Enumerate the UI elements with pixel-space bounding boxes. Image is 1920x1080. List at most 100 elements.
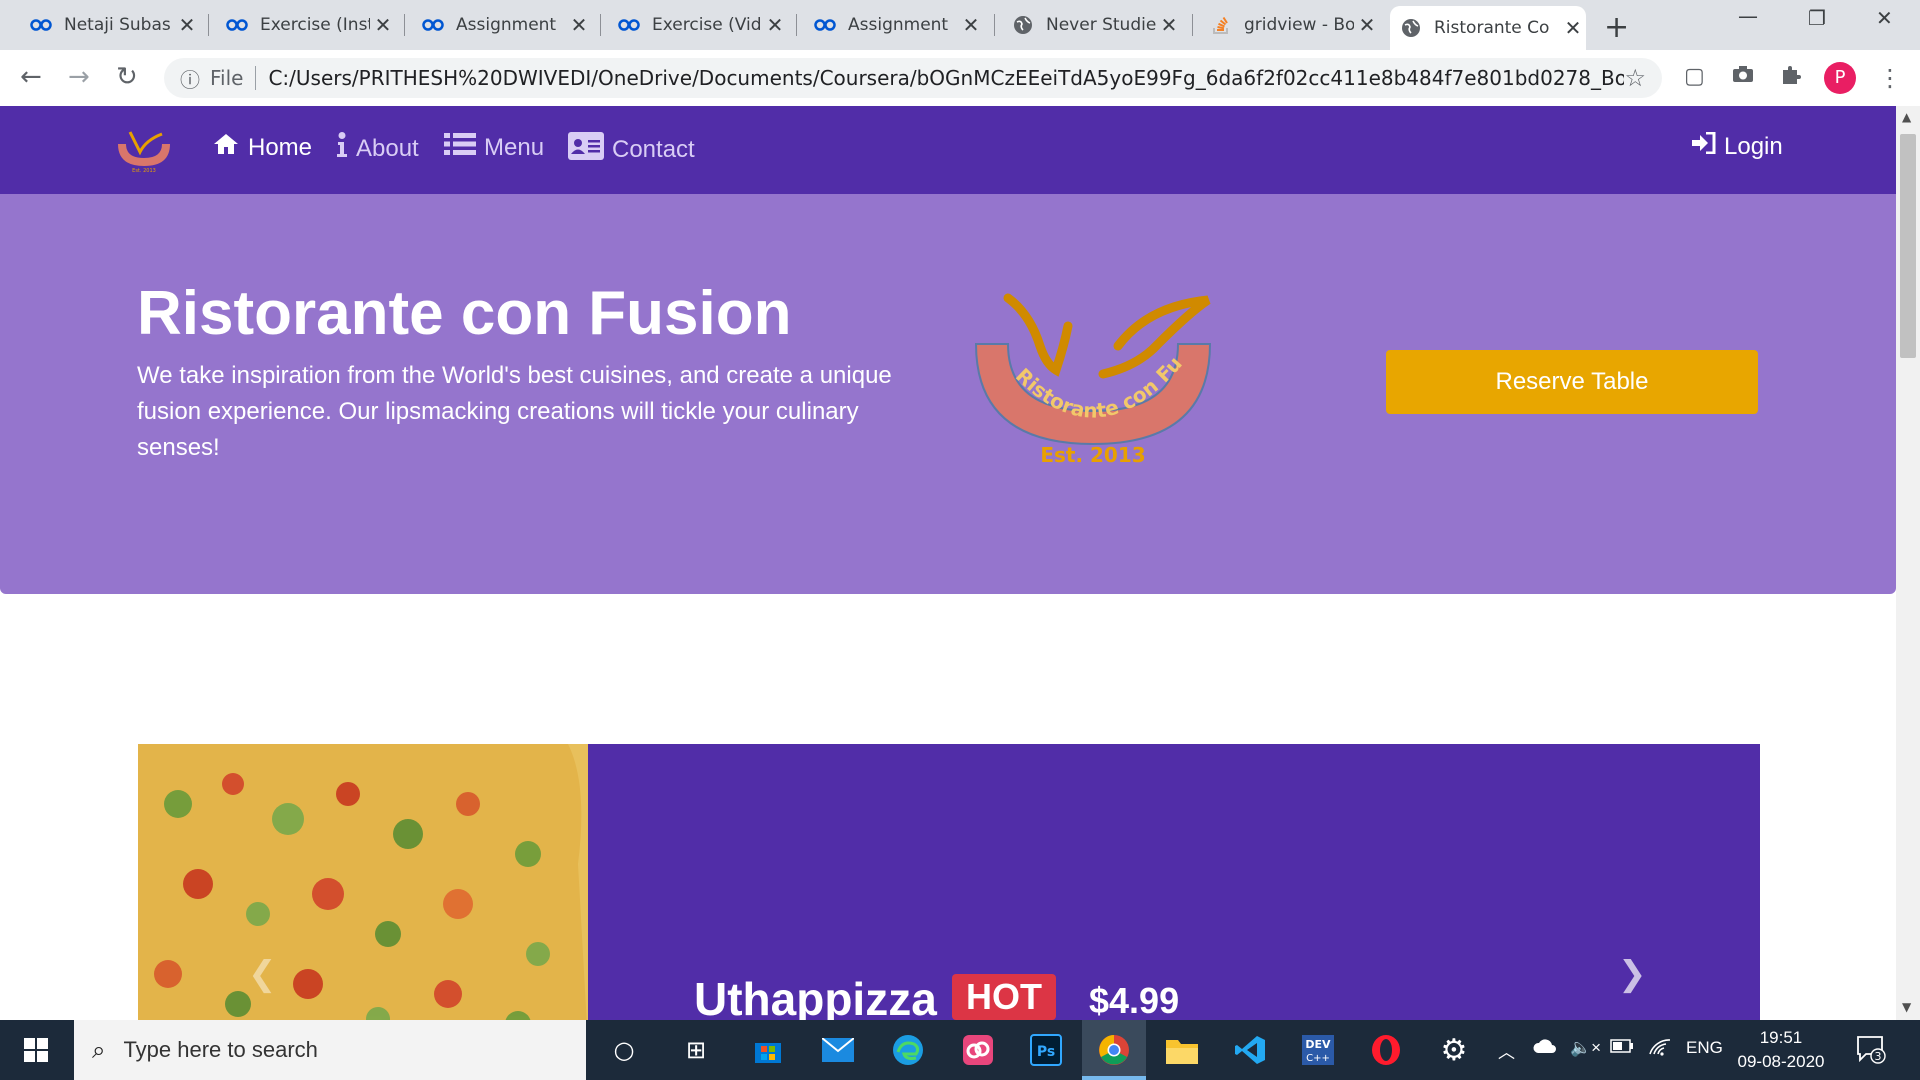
tab-title: Never Studie — [1046, 15, 1156, 35]
page-scrollbar[interactable]: ▲ ▼ — [1896, 106, 1920, 1020]
close-tab-icon[interactable]: ✕ — [1560, 16, 1586, 40]
dish-price: $4.99 — [1089, 980, 1180, 1020]
battery-icon[interactable] — [1610, 1038, 1634, 1058]
browser-tab-active[interactable]: Ristorante Co ✕ — [1390, 6, 1586, 50]
chrome-running-indicator — [1082, 1076, 1146, 1080]
nav-menu[interactable]: Menu — [444, 132, 544, 163]
coursera-icon — [422, 14, 444, 36]
reload-icon[interactable]: ↻ — [116, 62, 138, 92]
back-icon[interactable]: ← — [20, 62, 42, 92]
browser-tab-strip: Netaji Subas ✕ Exercise (Inst ✕ Assignme… — [0, 0, 1920, 50]
coursera-icon — [814, 14, 836, 36]
browser-tab[interactable]: Never Studie ✕ — [1002, 6, 1182, 44]
windows-logo-icon — [24, 1038, 48, 1062]
menu-kebab-icon[interactable]: ⋮ — [1878, 64, 1902, 92]
hero-text: We take inspiration from the World's bes… — [137, 362, 892, 461]
settings-gear-icon[interactable]: ⚙ — [1434, 1030, 1474, 1070]
address-bar[interactable]: ⓘ File C:/Users/PRITHESH%20DWIVEDI/OneDr… — [164, 58, 1662, 98]
volume-muted-icon[interactable]: 🔈× — [1570, 1038, 1601, 1058]
browser-tab[interactable]: Assignment ✕ — [804, 6, 984, 44]
svg-text:DEV: DEV — [1305, 1038, 1331, 1051]
logo-est-text: Est. 2013 — [1040, 443, 1145, 466]
extension-icon[interactable]: ▢ — [1684, 64, 1705, 89]
notification-count: 3 — [1875, 1050, 1882, 1063]
wifi-icon[interactable] — [1648, 1038, 1672, 1061]
nav-about-label: About — [356, 134, 419, 162]
restore-icon[interactable]: ❐ — [1808, 6, 1826, 30]
close-tab-icon[interactable]: ✕ — [958, 13, 984, 37]
taskbar-search[interactable]: ⌕ Type here to search — [74, 1020, 586, 1080]
brand-logo[interactable]: Est. 2013 — [112, 126, 176, 174]
tab-title: Assignment — [848, 15, 949, 35]
show-hidden-icons-chevron[interactable]: ︿ — [1498, 1038, 1515, 1063]
reserve-table-button[interactable]: Reserve Table — [1386, 350, 1758, 414]
system-clock[interactable]: 19:51 09-08-2020 — [1736, 1026, 1826, 1074]
onedrive-cloud-icon[interactable] — [1532, 1038, 1558, 1059]
edge-icon[interactable] — [888, 1030, 928, 1070]
nav-home[interactable]: Home — [212, 132, 312, 163]
scroll-down-icon[interactable]: ▼ — [1902, 1000, 1911, 1014]
dish-carousel: ❮ Uthappizza HOT $4.99 ❯ — [138, 744, 1760, 1020]
nav-menu-label: Menu — [484, 133, 545, 161]
task-view-icon[interactable]: ⊞ — [676, 1030, 716, 1070]
cortana-icon[interactable]: ○ — [604, 1030, 644, 1070]
search-icon: ⌕ — [92, 1036, 106, 1064]
dish-image — [138, 744, 588, 1020]
camera-icon[interactable] — [1732, 64, 1754, 89]
puzzle-extensions-icon[interactable] — [1780, 64, 1802, 92]
tab-divider — [994, 14, 995, 36]
close-tab-icon[interactable]: ✕ — [762, 13, 788, 37]
browser-tab[interactable]: gridview - Bo ✕ — [1200, 6, 1380, 44]
minimize-icon[interactable]: — — [1738, 4, 1758, 28]
svg-text:Est. 2013: Est. 2013 — [132, 168, 156, 174]
chrome-icon[interactable] — [1094, 1030, 1134, 1070]
carousel-next-icon[interactable]: ❯ — [1618, 954, 1647, 994]
creative-cloud-icon[interactable] — [958, 1030, 998, 1070]
nav-contact[interactable]: Contact — [568, 132, 695, 167]
windows-taskbar: ⌕ Type here to search ○ ⊞ Ps DEV C++ ⚙ ︿ … — [0, 1020, 1920, 1080]
bookmark-star-icon[interactable]: ☆ — [1624, 64, 1646, 92]
close-tab-icon[interactable]: ✕ — [1156, 13, 1182, 37]
file-explorer-icon[interactable] — [1162, 1030, 1202, 1070]
close-tab-icon[interactable]: ✕ — [174, 13, 200, 37]
forward-icon[interactable]: → — [68, 62, 90, 92]
close-tab-icon[interactable]: ✕ — [370, 13, 396, 37]
login-button[interactable]: Login — [1692, 131, 1783, 161]
new-tab-button[interactable]: + — [1604, 10, 1629, 45]
store-icon[interactable] — [748, 1030, 788, 1070]
search-placeholder: Type here to search — [123, 1037, 318, 1062]
carousel-prev-icon[interactable]: ❮ — [248, 954, 277, 994]
browser-tab[interactable]: Assignment ✕ — [412, 6, 592, 44]
divider — [255, 66, 257, 90]
tab-divider — [208, 14, 209, 36]
close-tab-icon[interactable]: ✕ — [1354, 13, 1380, 37]
browser-tab[interactable]: Netaji Subas ✕ — [20, 6, 200, 44]
browser-tab[interactable]: Exercise (Inst ✕ — [216, 6, 396, 44]
vscode-icon[interactable] — [1230, 1030, 1270, 1070]
sign-in-icon — [1692, 131, 1716, 161]
tab-title: Netaji Subas — [64, 15, 171, 35]
scroll-up-icon[interactable]: ▲ — [1902, 110, 1911, 124]
tab-title: Exercise (Inst — [260, 15, 370, 35]
tab-title: Ristorante Co — [1434, 18, 1550, 38]
action-center-icon[interactable]: 3 — [1856, 1034, 1886, 1070]
nav-contact-label: Contact — [612, 135, 695, 163]
opera-icon[interactable] — [1366, 1030, 1406, 1070]
close-window-icon[interactable]: ✕ — [1876, 6, 1893, 30]
photoshop-icon[interactable]: Ps — [1026, 1030, 1066, 1070]
globe-icon — [1012, 14, 1034, 36]
language-indicator[interactable]: ENG — [1686, 1038, 1723, 1058]
hot-badge: HOT — [952, 974, 1056, 1020]
url-text[interactable]: C:/Users/PRITHESH%20DWIVEDI/OneDrive/Doc… — [268, 66, 1624, 90]
dish-name: Uthappizza — [694, 973, 937, 1020]
tab-title: gridview - Bo — [1244, 15, 1354, 35]
start-button[interactable] — [0, 1020, 72, 1080]
devcpp-icon[interactable]: DEV C++ — [1298, 1030, 1338, 1070]
close-tab-icon[interactable]: ✕ — [566, 13, 592, 37]
profile-avatar[interactable]: P — [1824, 62, 1856, 94]
nav-about[interactable]: About — [336, 132, 419, 165]
scrollbar-thumb[interactable] — [1900, 134, 1916, 358]
browser-tab[interactable]: Exercise (Vid ✕ — [608, 6, 788, 44]
info-icon[interactable]: ⓘ — [180, 64, 200, 93]
mail-icon[interactable] — [818, 1030, 858, 1070]
